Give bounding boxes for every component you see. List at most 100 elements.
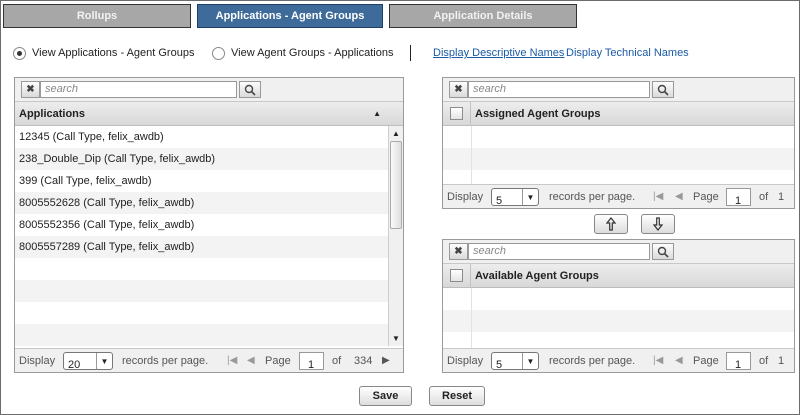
assigned-column-header: Assigned Agent Groups — [443, 101, 794, 126]
available-pager: Display 5 ▼ records per page. |◀ ◀ Page … — [443, 348, 794, 372]
display-label: Display — [447, 355, 484, 367]
table-row-empty — [443, 288, 794, 310]
clear-search-icon[interactable]: ✖ — [449, 243, 468, 260]
available-header-label: Available Agent Groups — [475, 269, 599, 282]
list-item[interactable]: 8005552356 (Call Type, felix_awdb) — [15, 214, 388, 236]
applications-pager: Display 20 ▼ records per page. |◀ ◀ Page… — [15, 348, 403, 372]
of-label: of — [759, 191, 769, 203]
records-per-page-select[interactable]: 5 ▼ — [491, 352, 539, 371]
list-item-empty — [15, 258, 388, 280]
tab-application-details[interactable]: Application Details — [389, 4, 577, 28]
scroll-down-icon[interactable]: ▼ — [390, 332, 402, 344]
save-button[interactable]: Save — [359, 386, 412, 406]
page-input[interactable]: 1 — [726, 188, 751, 207]
radio-view-applications[interactable] — [13, 46, 26, 60]
list-item[interactable]: 238_Double_Dip (Call Type, felix_awdb) — [15, 148, 388, 170]
arrow-down-icon — [653, 217, 663, 231]
display-label: Display — [447, 191, 484, 203]
list-item-empty — [15, 280, 388, 302]
radio-label-view-applications: View Applications - Agent Groups — [32, 47, 195, 59]
page-input[interactable]: 1 — [726, 352, 751, 371]
view-option-agent-groups[interactable]: View Agent Groups - Applications — [212, 44, 393, 62]
page-input[interactable]: 1 — [299, 352, 324, 371]
select-all-checkbox[interactable] — [450, 107, 463, 120]
reset-button[interactable]: Reset — [429, 386, 485, 406]
total-pages: 1 — [778, 191, 785, 203]
list-item-empty — [15, 324, 388, 346]
clear-search-icon[interactable]: ✖ — [449, 81, 468, 98]
first-page-icon[interactable]: |◀ — [653, 355, 663, 366]
search-icon[interactable] — [239, 81, 261, 98]
records-per-page-value: 5 — [496, 359, 503, 371]
display-label: Display — [19, 355, 56, 367]
records-per-page-select[interactable]: 20 ▼ — [63, 352, 113, 371]
records-label: records per page. — [549, 355, 636, 367]
page-label: Page — [693, 355, 719, 367]
first-page-icon[interactable]: |◀ — [227, 355, 237, 366]
applications-panel: ✖ search Applications ▲ 12345 (Call Type… — [14, 77, 404, 373]
search-icon[interactable] — [652, 81, 674, 98]
available-search-input[interactable]: search — [468, 243, 650, 260]
records-per-page-value: 5 — [496, 195, 503, 207]
applications-scrollbar[interactable]: ▲ ▼ — [388, 126, 403, 346]
available-column-header: Available Agent Groups — [443, 263, 794, 288]
list-item[interactable]: 399 (Call Type, felix_awdb) — [15, 170, 388, 192]
page-value: 1 — [308, 359, 315, 371]
assigned-search-bar: ✖ search — [443, 78, 794, 102]
chevron-down-icon: ▼ — [522, 189, 538, 205]
prev-page-icon[interactable]: ◀ — [247, 355, 255, 366]
applications-header-label: Applications — [19, 107, 86, 120]
records-per-page-select[interactable]: 5 ▼ — [491, 188, 539, 207]
move-down-button[interactable] — [641, 214, 675, 234]
page-value: 1 — [735, 359, 742, 371]
table-row-empty — [443, 332, 794, 348]
list-item[interactable]: 12345 (Call Type, felix_awdb) — [15, 126, 388, 148]
available-search-bar: ✖ search — [443, 240, 794, 264]
display-descriptive-names-link[interactable]: Display Descriptive Names — [433, 47, 564, 59]
assigned-header-label: Assigned Agent Groups — [475, 107, 601, 120]
tab-applications-agent-groups[interactable]: Applications - Agent Groups — [197, 4, 383, 28]
select-all-checkbox[interactable] — [450, 269, 463, 282]
of-label: of — [759, 355, 769, 367]
assigned-pager: Display 5 ▼ records per page. |◀ ◀ Page … — [443, 184, 794, 208]
scroll-thumb[interactable] — [390, 141, 402, 229]
page-label: Page — [265, 355, 291, 367]
sort-ascending-icon[interactable]: ▲ — [373, 109, 381, 118]
list-item[interactable]: 8005557289 (Call Type, felix_awdb) — [15, 236, 388, 258]
table-row-empty — [443, 310, 794, 332]
list-item-empty — [15, 302, 388, 324]
select-all-cell[interactable] — [443, 263, 471, 288]
applications-search-input[interactable]: search — [40, 81, 237, 98]
next-page-icon[interactable]: ▶ — [382, 355, 390, 366]
list-item[interactable]: 8005552628 (Call Type, felix_awdb) — [15, 192, 388, 214]
of-label: of — [332, 355, 342, 367]
select-all-cell[interactable] — [443, 101, 471, 126]
search-icon[interactable] — [652, 243, 674, 260]
first-page-icon[interactable]: |◀ — [653, 191, 663, 202]
table-row-empty — [443, 126, 794, 148]
applications-search-bar: ✖ search — [15, 78, 403, 102]
available-agent-groups-panel: ✖ search Available Agent Groups Display … — [442, 239, 795, 373]
move-up-button[interactable] — [594, 214, 628, 234]
clear-search-icon[interactable]: ✖ — [21, 81, 40, 98]
total-pages: 1 — [778, 355, 785, 367]
records-per-page-value: 20 — [68, 359, 81, 371]
view-option-applications[interactable]: View Applications - Agent Groups — [13, 44, 194, 62]
page-value: 1 — [735, 195, 742, 207]
total-pages: 334 — [354, 355, 373, 367]
arrow-up-icon — [606, 217, 616, 231]
table-row-empty — [443, 148, 794, 170]
table-row-empty — [443, 170, 794, 184]
applications-column-header[interactable]: Applications ▲ — [15, 102, 403, 126]
chevron-down-icon: ▼ — [96, 353, 112, 369]
prev-page-icon[interactable]: ◀ — [675, 355, 683, 366]
radio-label-view-agent-groups: View Agent Groups - Applications — [231, 47, 394, 59]
display-technical-names-link[interactable]: Display Technical Names — [566, 47, 689, 59]
tab-rollups[interactable]: Rollups — [3, 4, 191, 28]
assigned-agent-groups-panel: ✖ search Assigned Agent Groups Display 5… — [442, 77, 795, 209]
assigned-search-input[interactable]: search — [468, 81, 650, 98]
radio-view-agent-groups[interactable] — [212, 46, 225, 60]
scroll-up-icon[interactable]: ▲ — [390, 127, 402, 139]
prev-page-icon[interactable]: ◀ — [675, 191, 683, 202]
records-label: records per page. — [549, 191, 636, 203]
